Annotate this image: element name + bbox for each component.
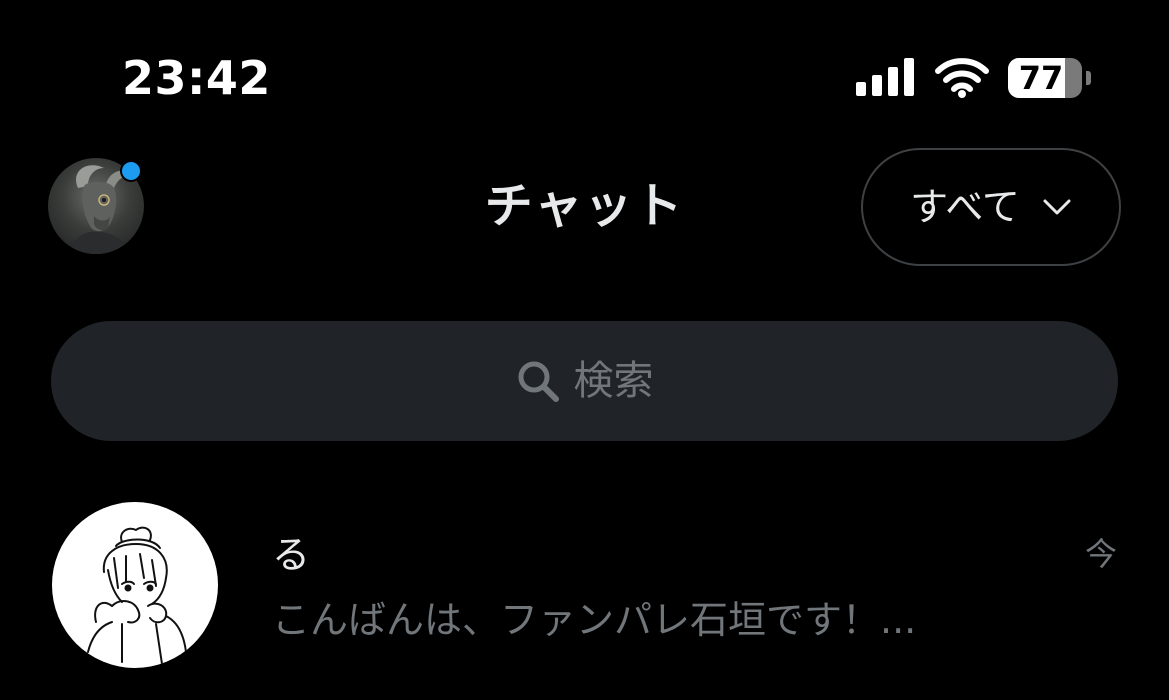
battery-indicator: 77 [1008,58,1091,98]
chevron-down-icon [1042,198,1072,216]
status-time: 23:42 [122,51,271,105]
list-item[interactable]: る 今 こんばんは、ファンパレ石垣です！... [0,490,1169,690]
sketch-avatar-image [87,526,187,665]
battery-icon: 77 [1008,58,1082,98]
chat-avatar [52,502,218,668]
search-placeholder: 検索 [573,358,654,404]
chat-timestamp: 今 [1084,535,1117,573]
chat-screen: 23:42 77 チャット すべて 検索 る 今 こんばんは、ファンパレ石垣です… [0,0,1169,700]
filter-label: すべて [910,185,1020,229]
chat-name: る [272,533,311,577]
cellular-signal-icon [856,58,914,96]
battery-tip [1086,71,1091,85]
battery-level: 77 [1018,59,1064,97]
search-input[interactable]: 検索 [51,321,1118,441]
chat-preview: こんばんは、ファンパレ石垣です！... [272,598,917,642]
wifi-icon [935,56,989,98]
filter-dropdown-button[interactable]: すべて [861,148,1121,266]
search-icon [516,359,560,403]
